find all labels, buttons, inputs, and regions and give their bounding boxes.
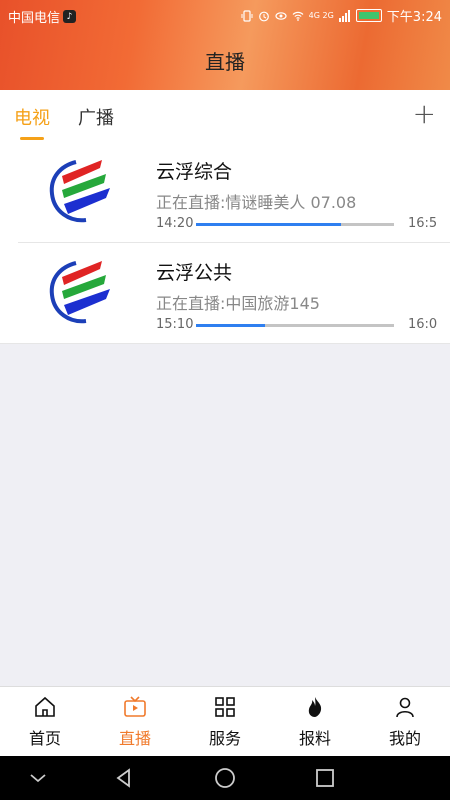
end-time: 16:5 [408, 216, 438, 231]
tab-indicator [20, 137, 44, 140]
progress-bar [196, 223, 394, 226]
channel-row[interactable]: 云浮公共 正在直播:中国旅游145 15:10 16:0 [0, 243, 450, 344]
status-left: 中国电信 ♪ [8, 7, 77, 26]
nav-live[interactable]: 直播 [90, 687, 180, 756]
tab-radio[interactable]: 广播 [78, 104, 114, 130]
system-nav-bar [0, 756, 450, 800]
nav-label: 我的 [388, 729, 421, 748]
wifi-icon [292, 11, 304, 21]
back-icon[interactable] [112, 766, 136, 790]
status-bar: 中国电信 ♪ 4G 2G 下午3:24 [0, 0, 450, 32]
home-icon [35, 696, 55, 717]
user-icon [396, 697, 414, 718]
vibrate-icon [241, 9, 253, 22]
signal-icon [338, 9, 350, 22]
bottom-nav: 首页 直播 服务 报料 我的 [0, 686, 450, 756]
add-icon[interactable]: + [413, 100, 436, 128]
channel-row[interactable]: 云浮综合 正在直播:情谜睡美人 07.08 14:20 16:5 [18, 142, 450, 243]
nav-label: 报料 [298, 729, 331, 748]
progress-fill [196, 223, 341, 226]
clock: 下午3:24 [386, 10, 442, 25]
progress-bar [196, 324, 394, 327]
eye-icon [275, 11, 287, 20]
recents-icon[interactable] [313, 766, 337, 790]
channel-list: 云浮综合 正在直播:情谜睡美人 07.08 14:20 16:5 云浮公共 正在… [0, 142, 450, 344]
nav-home[interactable]: 首页 [0, 687, 90, 756]
tab-tv[interactable]: 电视 [14, 104, 50, 130]
app-header: 中国电信 ♪ 4G 2G 下午3:24 直播 [0, 0, 450, 90]
now-playing: 正在直播:中国旅游145 [156, 294, 320, 313]
now-playing: 正在直播:情谜睡美人 07.08 [156, 193, 357, 212]
start-time: 14:20 [156, 216, 194, 231]
channel-name: 云浮综合 [156, 161, 233, 183]
channel-logo-icon [49, 261, 110, 324]
alarm-icon [258, 11, 269, 21]
end-time: 16:0 [408, 317, 438, 332]
nav-mine[interactable]: 我的 [360, 687, 450, 756]
grid-icon [215, 697, 235, 717]
carrier-label: 中国电信 [8, 11, 61, 26]
channel-name: 云浮公共 [156, 262, 233, 284]
network-type: 4G 2G [308, 10, 334, 20]
nav-label: 服务 [208, 729, 241, 748]
status-right: 4G 2G 下午3:24 [241, 6, 442, 25]
tv-icon [124, 696, 146, 717]
tiktok-icon: ♪ [63, 10, 77, 23]
channel-logo-icon [49, 160, 110, 223]
chevron-down-icon[interactable] [26, 766, 50, 790]
battery-icon [355, 9, 382, 22]
nav-label: 直播 [118, 729, 151, 748]
nav-label: 首页 [28, 729, 61, 748]
tab-bar: 电视 广播 + [0, 90, 450, 142]
flame-icon [308, 697, 322, 717]
home-circle-icon[interactable] [213, 766, 237, 790]
progress-fill [196, 324, 266, 327]
start-time: 15:10 [156, 317, 194, 332]
nav-report[interactable]: 报料 [270, 687, 360, 756]
page-title: 直播 [205, 50, 245, 74]
nav-service[interactable]: 服务 [180, 687, 270, 756]
